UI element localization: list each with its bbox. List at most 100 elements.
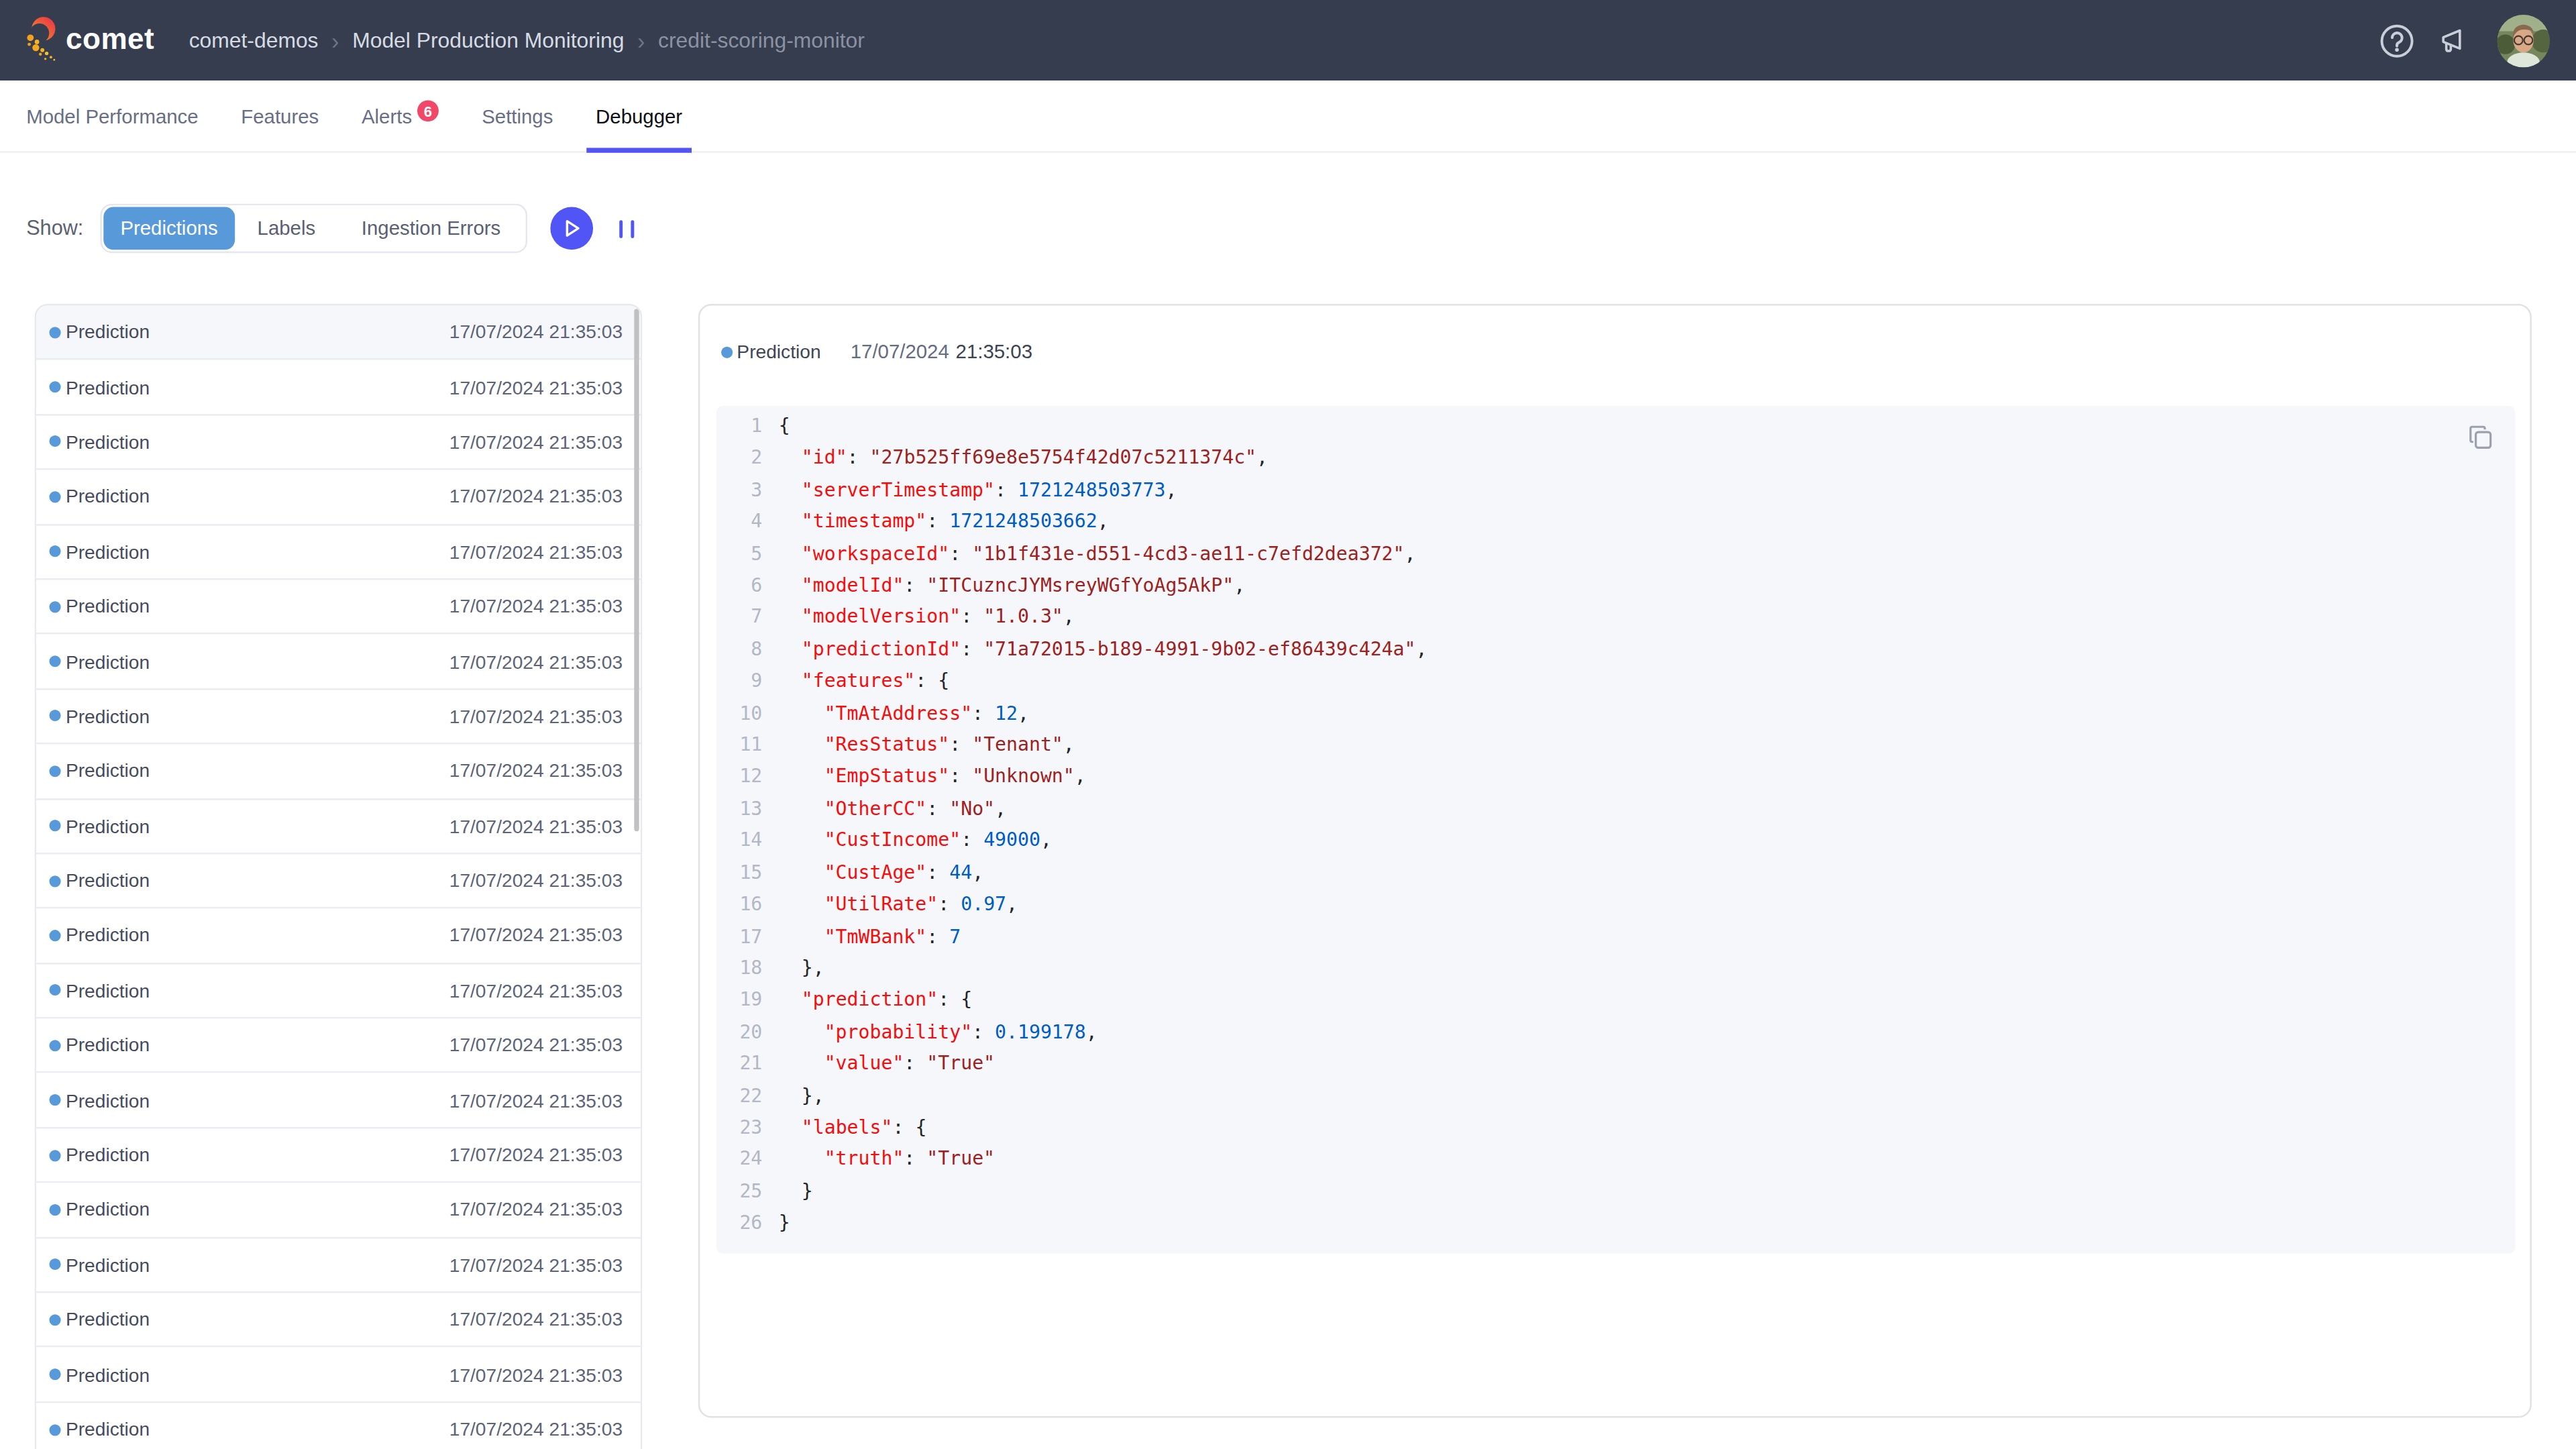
alerts-badge: 6: [417, 100, 439, 122]
list-item-label: Prediction: [66, 1364, 150, 1384]
list-item[interactable]: Prediction17/07/2024 21:35:03: [36, 1293, 641, 1348]
json-line: 9 "features": {: [716, 665, 2516, 698]
list-item[interactable]: Prediction17/07/2024 21:35:03: [36, 909, 641, 964]
help-icon[interactable]: [2379, 22, 2415, 58]
list-item[interactable]: Prediction 17/07/2024 21:35:03: [36, 745, 641, 800]
prediction-dot-icon: [721, 346, 733, 358]
list-item-timestamp: 17/07/2024 21:35:03: [449, 1200, 623, 1220]
json-code-block: 1{2 "id": "27b525ff69e8e5754f42d07c52113…: [716, 406, 2516, 1254]
list-item[interactable]: Prediction17/07/2024 21:35:03: [36, 799, 641, 854]
breadcrumb-item[interactable]: Model Production Monitoring: [352, 28, 624, 53]
app-root: comet comet-demos › Model Production Monit…: [0, 0, 2576, 1449]
line-number: 13: [716, 794, 763, 826]
list-item-label: Prediction: [66, 871, 150, 890]
comet-logo[interactable]: comet: [26, 15, 154, 64]
prediction-dot-icon: [49, 381, 60, 392]
json-line: 24 "truth": "True": [716, 1144, 2516, 1176]
prediction-dot-icon: [49, 1368, 60, 1380]
json-line: 25 }: [716, 1176, 2516, 1208]
list-item-label: Prediction: [66, 377, 150, 396]
list-item[interactable]: Prediction17/07/2024 21:35:03: [36, 525, 641, 580]
line-number: 10: [716, 698, 763, 730]
list-item-label: Prediction: [66, 1419, 150, 1439]
list-item[interactable]: Prediction17/07/2024 21:35:03: [36, 964, 641, 1019]
json-line: 21 "value": "True": [716, 1049, 2516, 1081]
line-number: 19: [716, 985, 763, 1017]
list-item[interactable]: Prediction17/07/2024 21:35:03: [36, 1403, 641, 1449]
tab-model-performance[interactable]: Model Performance: [26, 80, 198, 152]
list-item[interactable]: Prediction17/07/2024 21:35:03: [36, 1348, 641, 1403]
tab-settings[interactable]: Settings: [482, 80, 553, 152]
prediction-dot-icon: [49, 327, 60, 338]
tab-features[interactable]: Features: [241, 80, 319, 152]
list-item-label: Prediction: [66, 761, 150, 781]
list-item-label: Prediction: [66, 926, 150, 945]
list-item[interactable]: Prediction17/07/2024 21:35:03: [36, 306, 641, 361]
list-item-label: Prediction: [66, 706, 150, 726]
list-item[interactable]: Prediction17/07/2024 21:35:03: [36, 1073, 641, 1128]
prediction-detail: Prediction 17/07/2024 21:35:03 1{2 "id":…: [698, 304, 2532, 1417]
list-item[interactable]: Prediction17/07/2024 21:35:03: [36, 580, 641, 635]
prediction-dot-icon: [49, 875, 60, 886]
list-item[interactable]: Prediction17/07/2024 21:35:03: [36, 1183, 641, 1238]
detail-type: Prediction: [737, 341, 820, 361]
show-bar: Show: PredictionsLabelsIngestion Errors: [26, 204, 2576, 253]
show-option-labels[interactable]: Labels: [234, 207, 338, 250]
list-item-timestamp: 17/07/2024 21:35:03: [449, 706, 623, 726]
list-item[interactable]: Prediction17/07/2024 21:35:03: [36, 1238, 641, 1293]
avatar[interactable]: [2497, 14, 2549, 66]
show-label: Show:: [26, 217, 83, 239]
json-line: 26}: [716, 1208, 2516, 1240]
line-number: 21: [716, 1049, 763, 1081]
line-number: 8: [716, 634, 763, 666]
list-item-timestamp: 17/07/2024 21:35:03: [449, 542, 623, 561]
list-item-label: Prediction: [66, 1309, 150, 1329]
list-item-timestamp: 17/07/2024 21:35:03: [449, 377, 623, 396]
breadcrumb-chevron-icon: ›: [637, 27, 645, 53]
tab-bar: Model Performance Features Alerts6 Settings…: [0, 80, 2576, 153]
play-icon: [561, 217, 584, 239]
play-button[interactable]: [551, 207, 594, 250]
line-number: 18: [716, 953, 763, 985]
list-item-label: Prediction: [66, 596, 150, 616]
json-line: 3 "serverTimestamp": 1721248503773,: [716, 474, 2516, 506]
list-item-label: Prediction: [66, 487, 150, 506]
prediction-dot-icon: [49, 1313, 60, 1325]
list-item-timestamp: 17/07/2024 21:35:03: [449, 651, 623, 671]
line-number: 15: [716, 857, 763, 890]
list-item[interactable]: Prediction17/07/2024 21:35:03: [36, 1128, 641, 1183]
list-item[interactable]: Prediction17/07/2024 21:35:03: [36, 635, 641, 690]
list-item[interactable]: Prediction 17/07/2024 21:35:03: [36, 690, 641, 745]
list-item-timestamp: 17/07/2024 21:35:03: [449, 1145, 623, 1165]
json-line: 22 },: [716, 1080, 2516, 1112]
list-item-label: Prediction: [66, 1255, 150, 1275]
show-option-ingestion-errors[interactable]: Ingestion Errors: [338, 207, 523, 250]
breadcrumb-item[interactable]: comet-demos: [189, 28, 319, 53]
list-item[interactable]: Prediction17/07/2024 21:35:03: [36, 470, 641, 525]
breadcrumb-chevron-icon: ›: [331, 27, 339, 53]
list-scrollbar[interactable]: [634, 309, 639, 831]
list-item-timestamp: 17/07/2024 21:35:03: [449, 871, 623, 890]
pause-button[interactable]: [620, 219, 635, 237]
copy-icon[interactable]: [2467, 424, 2493, 450]
list-item-label: Prediction: [66, 432, 150, 451]
list-item[interactable]: Prediction17/07/2024 21:35:03: [36, 1019, 641, 1074]
list-item-timestamp: 17/07/2024 21:35:03: [449, 1036, 623, 1055]
list-item[interactable]: Prediction17/07/2024 21:35:03: [36, 415, 641, 470]
line-number: 12: [716, 761, 763, 794]
list-item-timestamp: 17/07/2024 21:35:03: [449, 761, 623, 781]
show-option-predictions[interactable]: Predictions: [104, 207, 234, 250]
list-item[interactable]: Prediction 17/07/2024 21:35:03: [36, 360, 641, 415]
prediction-dot-icon: [49, 546, 60, 557]
line-number: 23: [716, 1112, 763, 1144]
line-number: 7: [716, 602, 763, 634]
line-number: 1: [716, 411, 763, 443]
list-item-timestamp: 17/07/2024 21:35:03: [449, 1090, 623, 1110]
list-item[interactable]: Prediction 17/07/2024 21:35:03: [36, 854, 641, 909]
line-number: 22: [716, 1080, 763, 1112]
tab-alerts[interactable]: Alerts6: [362, 80, 439, 152]
tab-debugger[interactable]: Debugger: [596, 80, 682, 152]
announcement-icon[interactable]: [2438, 22, 2474, 58]
breadcrumb-item[interactable]: credit-scoring-monitor: [658, 28, 865, 53]
json-line: 5 "workspaceId": "1b1f431e-d551-4cd3-ae1…: [716, 538, 2516, 570]
